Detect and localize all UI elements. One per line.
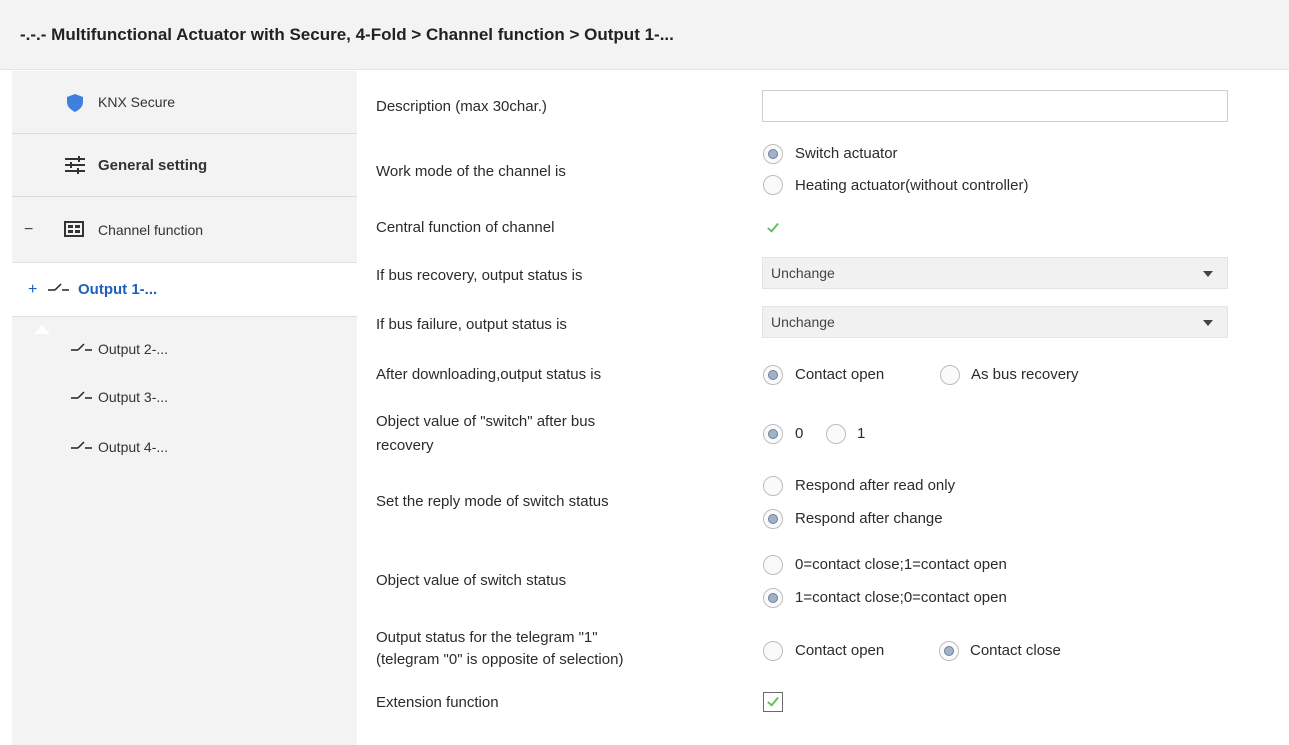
panel-icon [64, 221, 84, 237]
after-download-option-label: As bus recovery [971, 366, 1079, 383]
sidebar-item-label: Output 3-... [98, 389, 169, 405]
bus-failure-label: If bus failure, output status is [376, 316, 567, 333]
switch-contact-icon [71, 441, 92, 449]
switch-object-option-label: 1 [857, 425, 866, 442]
work-mode-switch-radio[interactable] [763, 144, 783, 164]
switch-status-option-1-radio[interactable] [763, 555, 783, 575]
reply-mode-option-label: Respond after change [795, 510, 943, 527]
sliders-icon [65, 156, 85, 174]
bus-recovery-dropdown[interactable]: Unchange [762, 257, 1228, 289]
telegram-label: Output status for the telegram "1" [376, 629, 598, 646]
telegram-label-line2: (telegram "0" is opposite of selection) [376, 651, 624, 668]
expand-icon[interactable]: + [28, 281, 37, 299]
sidebar: KNX Secure General setting − Channel fun… [12, 71, 372, 745]
sidebar-item-label: KNX Secure [98, 94, 176, 110]
telegram-contact-close-radio[interactable] [939, 641, 959, 661]
sidebar-item-output-1[interactable]: + Output 1-... [12, 262, 372, 317]
switch-object-1-radio[interactable] [826, 424, 846, 444]
switch-status-option-label: 1=contact close;0=contact open [795, 589, 1007, 606]
bus-recovery-label: If bus recovery, output status is [376, 267, 583, 284]
active-notch [34, 325, 50, 334]
switch-status-label: Object value of switch status [376, 572, 567, 589]
switch-object-0-radio[interactable] [763, 424, 783, 444]
sidebar-item-label: Output 1-... [78, 281, 158, 298]
after-download-bus-recovery-radio[interactable] [940, 365, 960, 385]
dropdown-value: Unchange [771, 265, 835, 281]
after-download-option-label: Contact open [795, 366, 885, 383]
switch-contact-icon [48, 283, 69, 291]
bus-failure-dropdown[interactable]: Unchange [762, 306, 1228, 338]
switch-contact-icon [71, 391, 92, 399]
check-icon [767, 694, 779, 707]
sidebar-item-output-4[interactable]: Output 4-... [12, 432, 357, 462]
sidebar-item-general-setting[interactable]: General setting [12, 134, 357, 197]
switch-status-option-label: 0=contact close;1=contact open [795, 556, 1007, 573]
work-mode-heating-radio[interactable] [763, 175, 783, 195]
work-mode-option-label: Heating actuator(without controller) [795, 177, 1029, 194]
sidebar-item-output-2[interactable]: Output 2-... [12, 334, 357, 364]
switch-object-option-label: 0 [795, 425, 804, 442]
telegram-option-label: Contact open [795, 642, 885, 659]
breadcrumb-bar: -.-.- Multifunctional Actuator with Secu… [0, 0, 1289, 70]
sidebar-item-knx-secure[interactable]: KNX Secure [12, 71, 357, 134]
after-download-label: After downloading,output status is [376, 366, 602, 383]
sidebar-item-label: Output 4-... [98, 439, 169, 455]
telegram-contact-open-radio[interactable] [763, 641, 783, 661]
work-mode-option-label: Switch actuator [795, 145, 898, 162]
check-icon [767, 220, 779, 233]
description-input[interactable] [762, 90, 1228, 122]
chevron-down-icon [1203, 271, 1213, 277]
description-label: Description (max 30char.) [376, 98, 547, 115]
switch-object-label: Object value of "switch" after bus [376, 413, 596, 430]
telegram-option-label: Contact close [970, 642, 1061, 659]
reply-mode-read-only-radio[interactable] [763, 476, 783, 496]
sidebar-item-label: Channel function [98, 221, 204, 238]
switch-contact-icon [71, 343, 92, 351]
extension-function-checkbox[interactable] [763, 692, 783, 712]
breadcrumb: -.-.- Multifunctional Actuator with Secu… [20, 25, 674, 44]
switch-object-label-line2: recovery [376, 437, 434, 454]
collapse-icon[interactable]: − [24, 221, 33, 239]
chevron-down-icon [1203, 320, 1213, 326]
sidebar-item-output-3[interactable]: Output 3-... [12, 382, 357, 412]
sidebar-item-channel-function[interactable]: − Channel function [12, 197, 357, 262]
after-download-contact-open-radio[interactable] [763, 365, 783, 385]
central-function-label: Central function of channel [376, 219, 555, 236]
extension-function-label: Extension function [376, 694, 499, 711]
central-function-checkbox[interactable] [763, 218, 783, 238]
switch-status-option-2-radio[interactable] [763, 588, 783, 608]
reply-mode-option-label: Respond after read only [795, 477, 956, 494]
dropdown-value: Unchange [771, 314, 835, 330]
sidebar-item-label: General setting [98, 156, 208, 174]
work-mode-label: Work mode of the channel is [376, 163, 566, 180]
reply-mode-label: Set the reply mode of switch status [376, 493, 609, 510]
shield-icon [67, 94, 83, 112]
reply-mode-after-change-radio[interactable] [763, 509, 783, 529]
sidebar-item-label: Output 2-... [98, 341, 169, 357]
